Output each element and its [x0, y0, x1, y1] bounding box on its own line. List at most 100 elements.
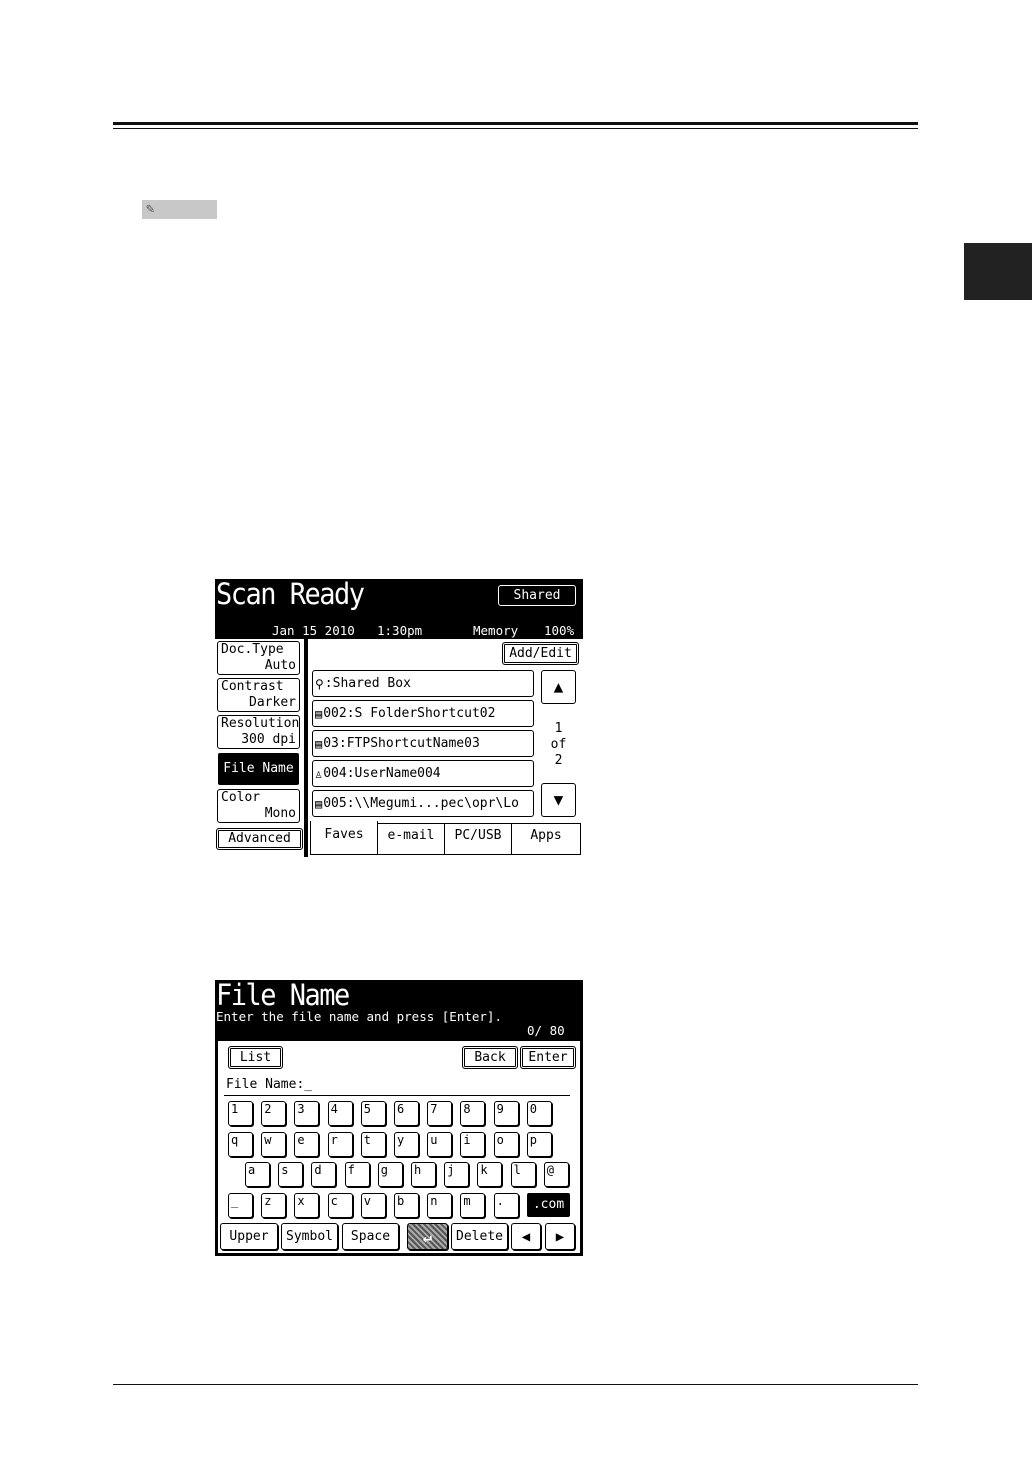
entry-text: 03:FTPShortcutName03 [323, 735, 480, 751]
field-underline [224, 1095, 570, 1096]
key[interactable]: m [460, 1193, 486, 1218]
key[interactable]: y [394, 1132, 419, 1157]
key[interactable]: a [245, 1162, 270, 1187]
setting-label: Doc.Type [221, 642, 284, 657]
key[interactable]: b [394, 1193, 419, 1218]
key[interactable]: 4 [327, 1101, 353, 1126]
key[interactable]: c [327, 1193, 353, 1218]
key[interactable]: e [294, 1132, 320, 1157]
chapter-tab [964, 243, 1032, 300]
page-total: 2 [554, 753, 563, 768]
key[interactable]: 5 [360, 1101, 386, 1126]
entry-shared-box[interactable]: ⚲ :Shared Box [312, 670, 534, 697]
tab-faves[interactable]: Faves [310, 821, 378, 855]
arrow-left-icon: ◀ [521, 1228, 531, 1245]
key[interactable]: p [526, 1132, 552, 1157]
folder-shortcut-icon: ▤ [315, 796, 323, 811]
upper-key[interactable]: Upper [220, 1223, 278, 1250]
key[interactable]: g [377, 1162, 403, 1187]
key[interactable]: 8 [460, 1101, 486, 1126]
file-name-field[interactable]: File Name:_ [226, 1077, 312, 1092]
tab-pc-usb[interactable]: PC/USB [444, 823, 512, 855]
instruction-text: Enter the file name and press [Enter]. [216, 1009, 502, 1024]
list-button[interactable]: List [228, 1046, 283, 1069]
key[interactable]: 3 [294, 1101, 320, 1126]
arrow-up-icon: ▲ [553, 677, 564, 696]
contrast-button[interactable]: Contrast Darker [217, 678, 300, 712]
setting-value: Mono [264, 806, 296, 821]
header-rule-thin [113, 128, 918, 129]
key[interactable]: k [477, 1162, 503, 1187]
key[interactable]: 2 [261, 1101, 287, 1126]
back-button[interactable]: Back [462, 1046, 518, 1069]
cursor-right-key[interactable]: ▶ [545, 1223, 575, 1250]
entry-text: 004:UserName004 [323, 765, 441, 781]
pencil-icon: ✎ [146, 201, 155, 217]
cursor-left-key[interactable]: ◀ [511, 1223, 541, 1250]
add-edit-button[interactable]: Add/Edit [502, 642, 579, 665]
time: 1:30pm [377, 623, 423, 638]
setting-value: Auto [264, 658, 296, 673]
char-counter: 0/ 80 [527, 1023, 565, 1038]
arrow-down-icon: ▼ [553, 790, 564, 809]
resolution-button[interactable]: Resolution 300 dpi [217, 715, 300, 749]
tab-email[interactable]: e-mail [377, 823, 445, 855]
tab-apps[interactable]: Apps [511, 823, 581, 855]
key[interactable]: d [311, 1162, 337, 1187]
key[interactable]: r [327, 1132, 353, 1157]
key[interactable]: v [360, 1193, 386, 1218]
entry-folder-shortcut[interactable]: ▤ 002:S FolderShortcut02 [312, 700, 534, 727]
key[interactable]: 9 [493, 1101, 519, 1126]
memory-label: Memory [473, 623, 519, 638]
key[interactable]: s [278, 1162, 304, 1187]
memory-value: 100% [544, 623, 575, 638]
symbol-key[interactable]: Symbol [281, 1223, 338, 1250]
file-name-button[interactable]: File Name [217, 752, 300, 786]
key[interactable]: q [228, 1132, 253, 1157]
entry-text: 002:S FolderShortcut02 [323, 705, 496, 721]
key[interactable]: 0 [526, 1101, 552, 1126]
entry-text: 005:\\Megumi...pec\opr\Lo [323, 795, 519, 811]
entry-network-folder[interactable]: ▤ 005:\\Megumi...pec\opr\Lo [312, 790, 534, 817]
key[interactable]: 7 [427, 1101, 453, 1126]
date: Jan 15 2010 [272, 623, 355, 638]
delete-key[interactable]: Delete [451, 1223, 508, 1250]
key[interactable]: h [411, 1162, 436, 1187]
key[interactable]: @ [543, 1162, 569, 1187]
key[interactable]: i [460, 1132, 486, 1157]
key[interactable]: z [261, 1193, 287, 1218]
page-indicator: 1 of 2 [541, 721, 576, 769]
ftp-shortcut-icon: ▤ [315, 736, 323, 751]
setting-label: Resolution [221, 716, 300, 731]
entry-ftp-shortcut[interactable]: ▤ 03:FTPShortcutName03 [312, 730, 534, 757]
entry-user[interactable]: ♙ 004:UserName004 [312, 760, 534, 787]
enter-key[interactable]: ↵ [407, 1223, 448, 1250]
scroll-up-button[interactable]: ▲ [541, 670, 576, 704]
key[interactable]: f [344, 1162, 370, 1187]
key[interactable]: j [444, 1162, 470, 1187]
enter-button[interactable]: Enter [520, 1046, 576, 1069]
space-key[interactable]: Space [342, 1223, 399, 1250]
key[interactable]: l [510, 1162, 536, 1187]
key[interactable]: 1 [228, 1101, 253, 1126]
key[interactable]: _ [228, 1193, 253, 1218]
key[interactable]: u [427, 1132, 453, 1157]
folder-shortcut-icon: ▤ [315, 706, 323, 721]
setting-value: 300 dpi [241, 732, 296, 747]
shared-button[interactable]: Shared [498, 585, 576, 606]
key[interactable]: w [261, 1132, 287, 1157]
scroll-down-button[interactable]: ▼ [541, 783, 576, 817]
key[interactable]: n [427, 1193, 453, 1218]
page-of: of [550, 737, 567, 752]
scan-ready-screen: Scan Ready Shared Jan 15 2010 1:30pm Mem… [215, 579, 583, 857]
doc-type-button[interactable]: Doc.Type Auto [217, 641, 300, 675]
key[interactable]: t [360, 1132, 386, 1157]
key[interactable]: . [493, 1193, 519, 1218]
arrow-right-icon: ▶ [555, 1228, 565, 1245]
key[interactable]: 6 [394, 1101, 419, 1126]
dotcom-key[interactable]: .com [526, 1192, 571, 1218]
key[interactable]: x [294, 1193, 320, 1218]
color-button[interactable]: Color Mono [217, 789, 300, 823]
key[interactable]: o [493, 1132, 519, 1157]
advanced-button[interactable]: Advanced [216, 828, 303, 850]
